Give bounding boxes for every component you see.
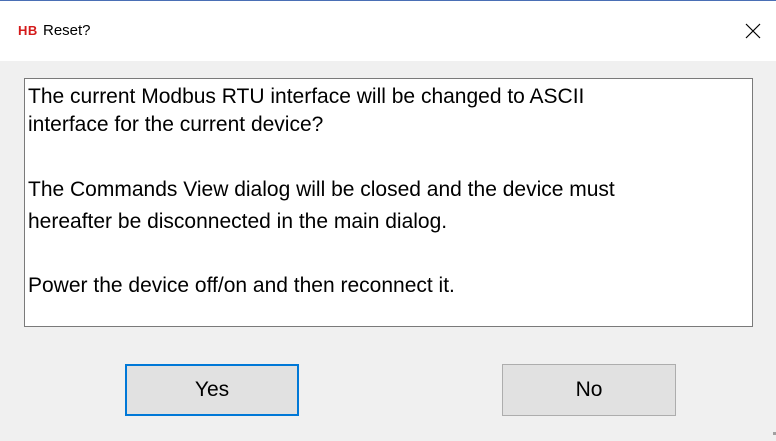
close-icon xyxy=(745,23,761,39)
title-bar: HB Reset? xyxy=(0,1,776,61)
reset-dialog: HB Reset? The current Modbus RTU interfa… xyxy=(0,0,776,441)
close-button[interactable] xyxy=(730,1,776,61)
message-line-4: hereafter be disconnected in the main di… xyxy=(28,210,448,233)
message-line-1: The current Modbus RTU interface will be… xyxy=(28,85,585,108)
message-line-5: Power the device off/on and then reconne… xyxy=(28,274,455,297)
message-text-area: The current Modbus RTU interface will be… xyxy=(24,78,753,327)
message-line-3: The Commands View dialog will be closed … xyxy=(28,178,615,201)
yes-button[interactable]: Yes xyxy=(125,364,299,416)
no-button[interactable]: No xyxy=(502,364,676,416)
dialog-title: Reset? xyxy=(43,22,91,39)
app-logo-icon: HB xyxy=(18,23,38,38)
message-line-2: interface for the current device? xyxy=(28,113,324,136)
